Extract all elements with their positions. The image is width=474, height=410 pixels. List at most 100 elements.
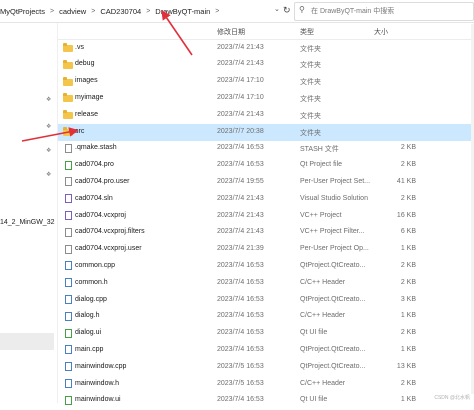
file-date: 2023/7/4 16:53 xyxy=(217,396,264,404)
file-type: C/C++ Header xyxy=(300,312,346,320)
breadcrumb-separator: > xyxy=(215,7,220,15)
file-name: .vs xyxy=(75,43,84,51)
file-row[interactable]: cad0704.vcxproj.user 2023/7/4 21:39 Per-Us… xyxy=(58,242,474,259)
nav-item-mingw[interactable]: 14_2_MinGW_32 xyxy=(0,219,54,226)
file-row[interactable]: dialog.h 2023/7/4 16:53 C/C++ Header 1 KB xyxy=(58,309,474,326)
file-row[interactable]: mainwindow.ui 2023/7/4 16:53 Qt UI file 1 K… xyxy=(58,393,474,410)
file-size: 1 KB xyxy=(400,396,416,404)
file-row[interactable]: common.cpp 2023/7/4 16:53 QtProject.QtCrea… xyxy=(58,258,474,275)
header-file-icon xyxy=(63,311,73,322)
breadcrumb-item-myqtprojects[interactable]: MyQtProjects xyxy=(0,7,45,16)
file-date: 2023/7/4 16:53 xyxy=(217,345,264,353)
breadcrumb-item-drawbyqt-main[interactable]: DrawByQT-main xyxy=(155,7,210,16)
file-date: 2023/7/4 21:43 xyxy=(217,228,264,236)
file-type: Per-User Project Set... xyxy=(300,177,371,185)
file-row[interactable]: debug 2023/7/4 21:43 文件夹 xyxy=(58,57,474,74)
refresh-icon[interactable]: ↻ xyxy=(283,5,291,16)
search-input[interactable] xyxy=(309,4,468,19)
pin-icon: ❖ xyxy=(46,172,52,178)
file-row[interactable]: images 2023/7/4 17:10 文件夹 xyxy=(58,74,474,91)
search-box[interactable]: ⚲ xyxy=(294,2,474,21)
file-row[interactable]: cad0704.vcxproj.filters 2023/7/4 21:43 VC+… xyxy=(58,225,474,242)
file-name: dialog.h xyxy=(75,312,100,320)
file-row[interactable]: release 2023/7/4 21:43 文件夹 xyxy=(58,107,474,124)
file-name: myimage xyxy=(75,93,104,101)
breadcrumb-item-cadview[interactable]: cadview xyxy=(59,7,86,16)
vs-solution-icon xyxy=(63,194,73,204)
file-type: STASH 文件 xyxy=(300,146,339,154)
file-type: 文件夹 xyxy=(300,62,321,70)
file-row[interactable]: .qmake.stash 2023/7/4 16:53 STASH 文件 2 KB xyxy=(58,141,474,158)
file-type: 文件夹 xyxy=(300,79,321,87)
file-size: 6 KB xyxy=(400,228,416,236)
file-name: cad0704.pro.user xyxy=(75,177,130,185)
file-row[interactable]: mainwindow.h 2023/7/5 16:53 C/C++ Header 2 … xyxy=(58,376,474,393)
cpp-file-icon xyxy=(63,362,73,372)
file-name: common.h xyxy=(75,278,108,286)
file-row[interactable]: cad0704.pro 2023/7/4 16:53 Qt Project file… xyxy=(58,158,474,175)
file-row[interactable]: dialog.cpp 2023/7/4 16:53 QtProject.QtCrea… xyxy=(58,292,474,309)
file-date: 2023/7/7 20:38 xyxy=(217,127,264,135)
file-size: 2 KB xyxy=(400,261,416,269)
file-date: 2023/7/4 16:53 xyxy=(217,144,264,152)
folder-icon xyxy=(63,93,73,103)
file-row[interactable]: main.cpp 2023/7/4 16:53 QtProject.QtCreato… xyxy=(58,342,474,359)
file-type: Qt UI file xyxy=(300,329,328,337)
breadcrumb[interactable]: MyQtProjects > cadview > CAD230704 > Dra… xyxy=(0,3,282,19)
file-name: common.cpp xyxy=(75,261,116,269)
file-type: 文件夹 xyxy=(300,112,321,120)
file-row[interactable]: dialog.ui 2023/7/4 16:53 Qt UI file 2 KB xyxy=(58,326,474,343)
file-type: QtProject.QtCreato... xyxy=(300,295,366,303)
cpp-file-icon xyxy=(63,261,73,271)
file-date: 2023/7/4 21:43 xyxy=(217,194,264,202)
column-header-type[interactable]: 类型 xyxy=(300,27,314,37)
nav-item-selected[interactable] xyxy=(0,333,54,350)
file-row[interactable]: myimage 2023/7/4 17:10 文件夹 xyxy=(58,90,474,107)
file-row[interactable]: .vs 2023/7/4 21:43 文件夹 xyxy=(58,40,474,57)
file-row[interactable]: cad0704.sln 2023/7/4 21:43 Visual Studio S… xyxy=(58,191,474,208)
vcxproj-icon xyxy=(63,211,73,221)
breadcrumb-separator: > xyxy=(50,7,55,15)
file-name: cad0704.vcxproj.filters xyxy=(75,228,145,236)
file-date: 2023/7/4 16:53 xyxy=(217,278,264,286)
file-name: cad0704.sln xyxy=(75,194,113,202)
file-type: Qt UI file xyxy=(300,396,328,404)
breadcrumb-separator: > xyxy=(146,7,151,15)
column-header-size[interactable]: 大小 xyxy=(374,27,388,37)
file-type: 文件夹 xyxy=(300,129,321,137)
file-row[interactable]: cad0704.pro.user 2023/7/4 19:55 Per-User P… xyxy=(58,174,474,191)
file-name: images xyxy=(75,77,98,85)
folder-icon xyxy=(63,43,73,53)
folder-icon xyxy=(63,127,73,137)
file-size: 1 KB xyxy=(400,345,416,353)
breadcrumb-item-cad230704[interactable]: CAD230704 xyxy=(100,7,141,16)
file-icon xyxy=(63,244,73,255)
file-date: 2023/7/4 17:10 xyxy=(217,93,264,101)
file-icon xyxy=(63,177,73,187)
file-name: src xyxy=(75,127,85,135)
file-name: main.cpp xyxy=(75,345,104,353)
file-row[interactable]: cad0704.vcxproj 2023/7/4 21:43 VC++ Projec… xyxy=(58,208,474,225)
file-date: 2023/7/4 17:10 xyxy=(217,77,264,85)
file-date: 2023/7/4 21:43 xyxy=(217,43,264,51)
file-row[interactable]: common.h 2023/7/4 16:53 C/C++ Header 2 KB xyxy=(58,275,474,292)
file-date: 2023/7/4 21:43 xyxy=(217,110,264,118)
column-header-date[interactable]: 修改日期 xyxy=(217,27,245,37)
cpp-file-icon xyxy=(63,295,73,305)
file-type: 文件夹 xyxy=(300,95,321,103)
file-name: debug xyxy=(75,60,95,68)
pin-icon: ❖ xyxy=(46,97,52,103)
file-row[interactable]: mainwindow.cpp 2023/7/5 16:53 QtProject.Qt… xyxy=(58,359,474,376)
ui-file-icon xyxy=(63,328,73,339)
column-header-row: 修改日期 类型 大小 xyxy=(58,24,474,40)
file-size: 2 KB xyxy=(400,161,416,169)
file-name: mainwindow.cpp xyxy=(75,362,127,370)
header-file-icon xyxy=(63,379,73,389)
file-date: 2023/7/4 16:53 xyxy=(217,295,264,303)
file-size: 41 KB xyxy=(396,177,416,185)
address-history-chevron-icon[interactable]: ⌄ xyxy=(274,5,280,13)
file-row[interactable]: src 2023/7/7 20:38 文件夹 xyxy=(58,124,474,141)
file-type: C/C++ Header xyxy=(300,379,346,387)
qt-project-icon xyxy=(63,160,73,171)
file-date: 2023/7/5 16:53 xyxy=(217,379,264,387)
